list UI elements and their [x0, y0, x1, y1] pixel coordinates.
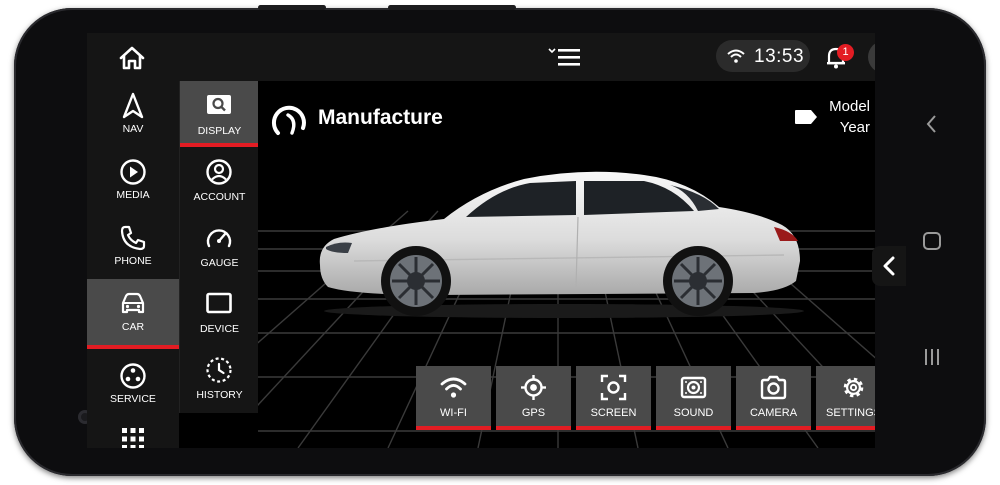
gps-icon [521, 375, 546, 400]
history-icon [206, 357, 232, 383]
screen-capture-icon [600, 374, 627, 401]
sidebar-item-label: SERVICE [110, 393, 156, 405]
tile-camera[interactable]: CAMERA [736, 366, 811, 430]
sidebar-item-service[interactable]: SERVICE [87, 351, 179, 417]
tile-wifi[interactable]: WI-FI [416, 366, 491, 430]
sidebar-item-label: NAV [122, 123, 144, 135]
car-submenu: DISPLAY ACCOUNT GAUGE DEVICE HISTORY [179, 81, 259, 413]
wifi-icon [440, 377, 467, 398]
submenu-item-history[interactable]: HISTORY [180, 345, 259, 411]
tile-label: CAMERA [749, 407, 798, 419]
sidebar-item-car[interactable]: CAR [87, 279, 179, 349]
sound-icon [680, 376, 707, 399]
tile-label: SOUND [673, 407, 714, 419]
phone-side-button [388, 5, 516, 10]
phone-icon [120, 225, 146, 251]
tile-screen[interactable]: SCREEN [576, 366, 651, 430]
apps-grid-icon[interactable] [121, 427, 145, 448]
tile-settings[interactable]: SETTINGS [816, 366, 875, 430]
tile-sound[interactable]: SOUND [656, 366, 731, 430]
avatar[interactable] [868, 41, 875, 73]
display-search-icon [207, 95, 231, 114]
brand-logo-icon [272, 105, 306, 135]
sidebar-item-nav[interactable]: NAV [87, 81, 179, 147]
car-image [319, 171, 804, 318]
submenu-item-label: DISPLAY [197, 125, 242, 137]
recents-nav-icon[interactable] [920, 345, 944, 369]
home-icon[interactable] [118, 45, 146, 71]
account-icon [206, 159, 232, 185]
tag-icon [795, 110, 817, 124]
submenu-item-gauge[interactable]: GAUGE [180, 213, 259, 279]
submenu-item-account[interactable]: ACCOUNT [180, 147, 259, 213]
sidebar: NAV MEDIA PHONE CAR SERVICE [87, 81, 179, 448]
model-label: Model [829, 98, 870, 115]
side-panel-handle[interactable] [872, 246, 906, 286]
model-year-label: Model Year [818, 96, 870, 138]
user-icon [868, 41, 875, 73]
tile-label: SCREEN [590, 407, 637, 419]
sidebar-item-label: PHONE [114, 255, 152, 267]
car-icon [121, 292, 145, 314]
play-circle-icon [120, 159, 146, 185]
submenu-item-device[interactable]: DEVICE [180, 279, 259, 345]
sidebar-item-label: CAR [121, 321, 145, 333]
sidebar-item-phone[interactable]: PHONE [87, 213, 179, 279]
sidebar-item-media[interactable]: MEDIA [87, 147, 179, 213]
submenu-item-display[interactable]: DISPLAY [180, 81, 259, 147]
camera-icon [760, 375, 787, 400]
page-title: Manufacture [318, 106, 443, 129]
status-clock: 13:53 [754, 46, 805, 67]
notification-badge: 1 [837, 44, 854, 61]
settings-gear-icon [843, 377, 864, 398]
sidebar-item-label: MEDIA [116, 189, 150, 201]
chevron-left-icon [883, 256, 895, 276]
submenu-item-label: ACCOUNT [193, 191, 246, 203]
tile-label: SETTINGS [825, 407, 875, 419]
menu-icon[interactable] [547, 45, 583, 69]
submenu-item-label: GAUGE [200, 257, 239, 269]
main-content: Manufacture Model Year WI-FI GPS SCREEN … [258, 81, 875, 448]
submenu-item-label: HISTORY [196, 389, 243, 401]
tile-label: WI-FI [440, 407, 467, 419]
nav-arrow-icon [122, 92, 144, 119]
year-label: Year [839, 119, 870, 136]
phone-side-button [258, 5, 326, 10]
home-nav-icon[interactable] [920, 229, 944, 253]
infotainment-screen: 13:53 1 NAV MEDIA PHONE CAR SERVICE DISP… [87, 33, 875, 448]
gauge-icon [206, 229, 232, 248]
wifi-status-icon [727, 49, 745, 63]
tile-gps[interactable]: GPS [496, 366, 571, 430]
device-icon [206, 292, 232, 314]
service-icon [120, 363, 146, 389]
submenu-item-label: DEVICE [199, 323, 240, 335]
back-nav-icon[interactable] [920, 112, 944, 136]
status-pill: 13:53 [716, 40, 810, 72]
tile-label: GPS [521, 407, 546, 419]
